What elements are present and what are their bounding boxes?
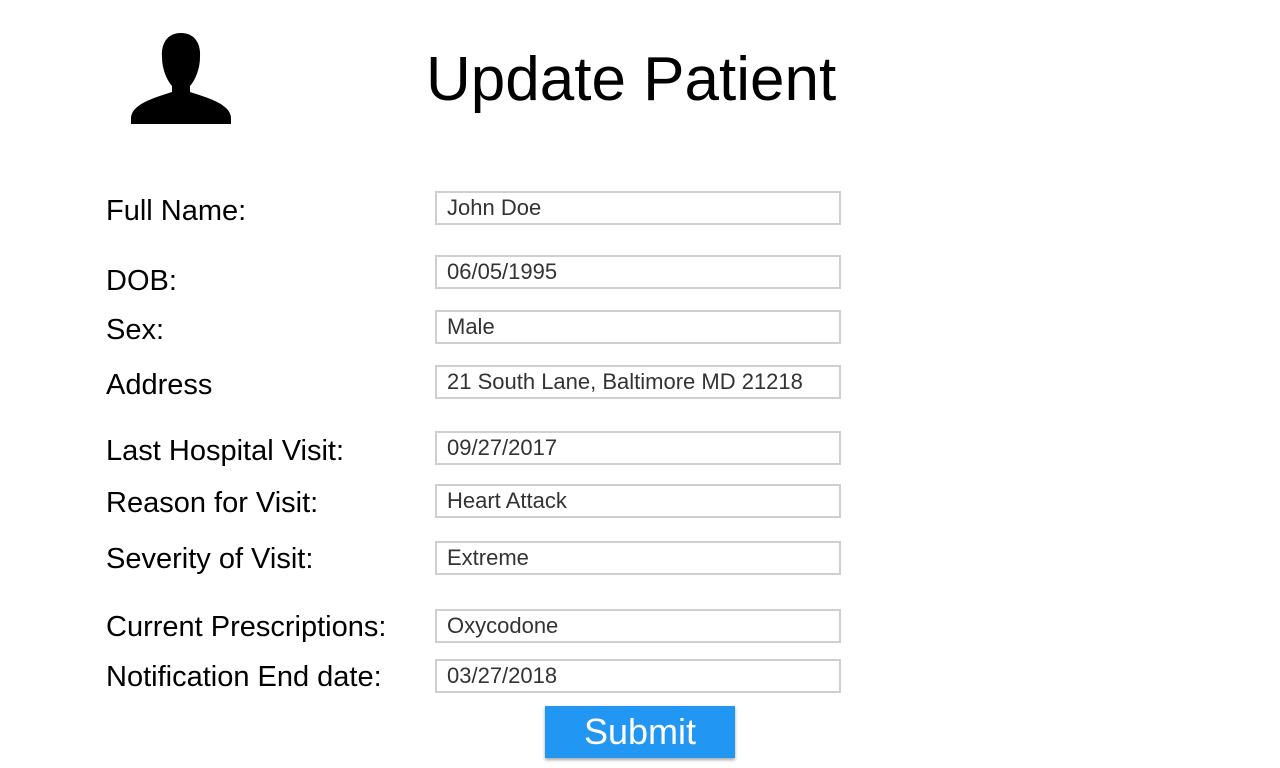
last-hospital-visit-field[interactable] [435,431,841,465]
sex-label: Sex: [106,314,165,346]
submit-button[interactable]: Submit [545,706,735,758]
full-name-label: Full Name: [106,195,247,227]
sex-field[interactable] [435,310,841,344]
address-field[interactable] [435,365,841,399]
notification-end-date-field[interactable] [435,659,841,693]
dob-label: DOB: [106,265,177,297]
update-patient-page: Update Patient Full Name: DOB: Sex: Addr… [0,0,1280,768]
severity-of-visit-label: Severity of Visit: [106,543,314,575]
person-silhouette-icon [131,32,231,124]
last-hospital-visit-label: Last Hospital Visit: [106,435,345,467]
page-title: Update Patient [426,45,837,114]
severity-of-visit-field[interactable] [435,541,841,575]
notification-end-date-label: Notification End date: [106,661,382,693]
address-label: Address [106,369,213,401]
current-prescriptions-label: Current Prescriptions: [106,611,387,643]
reason-for-visit-field[interactable] [435,484,841,518]
dob-field[interactable] [435,255,841,289]
current-prescriptions-field[interactable] [435,609,841,643]
full-name-field[interactable] [435,191,841,225]
reason-for-visit-label: Reason for Visit: [106,487,319,519]
